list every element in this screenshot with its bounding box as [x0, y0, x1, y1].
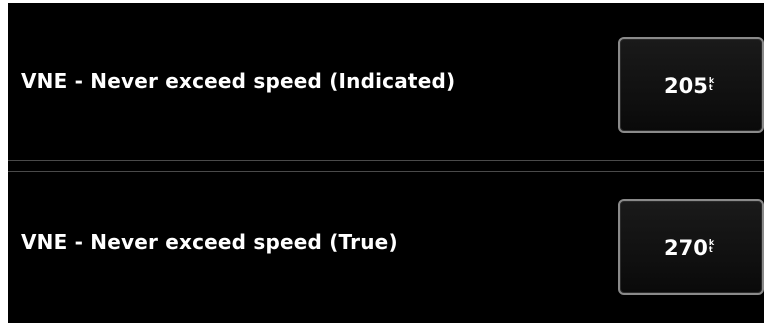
- unit-bottom: t: [708, 83, 713, 92]
- knots-unit: k t: [708, 239, 714, 254]
- setting-row-vne-true: VNE - Never exceed speed (True) 270 k t: [8, 171, 764, 323]
- vne-indicated-value: 205: [664, 74, 708, 98]
- vne-true-value-button[interactable]: 270 k t: [618, 199, 764, 295]
- setting-label-vne-true: VNE - Never exceed speed (True): [21, 230, 398, 254]
- setting-row-vne-indicated: VNE - Never exceed speed (Indicated) 205…: [8, 3, 764, 161]
- value-display: 270 k t: [664, 238, 714, 259]
- vne-indicated-value-button[interactable]: 205 k t: [618, 37, 764, 133]
- unit-bottom: t: [708, 245, 713, 254]
- vne-true-value: 270: [664, 236, 708, 260]
- value-display: 205 k t: [664, 76, 714, 97]
- setting-label-vne-indicated: VNE - Never exceed speed (Indicated): [21, 69, 456, 93]
- settings-screen: VNE - Never exceed speed (Indicated) 205…: [0, 0, 767, 323]
- knots-unit: k t: [708, 77, 714, 92]
